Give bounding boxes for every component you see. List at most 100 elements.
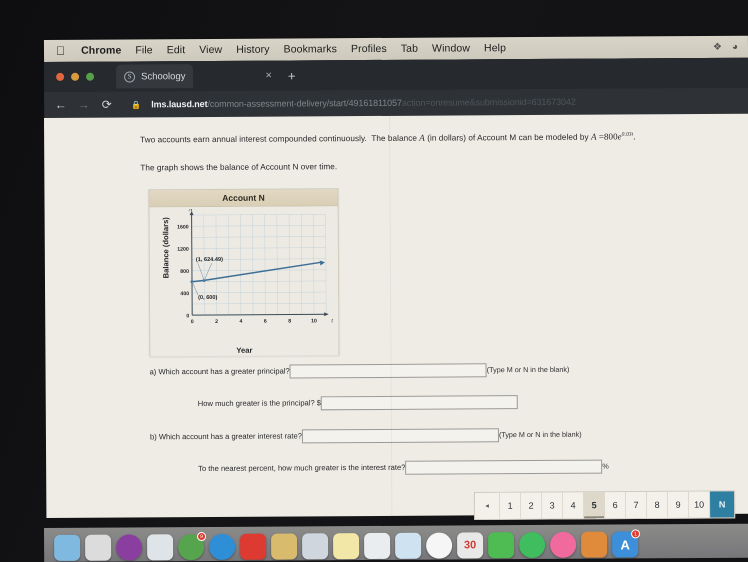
svg-text:4: 4 xyxy=(240,319,243,325)
contacts-icon[interactable] xyxy=(302,533,329,560)
svg-text:A: A xyxy=(188,208,193,213)
menu-item-history[interactable]: History xyxy=(229,44,276,56)
variable-A: A xyxy=(419,132,425,143)
question-a-marker: a) xyxy=(149,367,157,377)
apple-menu-icon[interactable]:  xyxy=(44,44,74,58)
svg-text:1200: 1200 xyxy=(177,247,189,253)
question-a-input[interactable] xyxy=(289,363,487,379)
notes-icon[interactable] xyxy=(333,533,360,560)
bluetooth-icon[interactable]: ❖ xyxy=(713,41,722,52)
mail-icon[interactable] xyxy=(147,534,174,561)
address-bar[interactable]: lms.lausd.net/common-assessment-delivery… xyxy=(151,97,576,110)
percent-sign: % xyxy=(602,461,609,471)
chrome-badge: 9 xyxy=(197,532,207,542)
messages-icon[interactable] xyxy=(488,532,515,559)
question-a-text: Which account has a greater principal? xyxy=(158,366,290,377)
menu-item-help[interactable]: Help xyxy=(477,42,513,54)
question-b-row: b) Which account has a greater interest … xyxy=(150,428,582,445)
question-b-note: (Type M or N in the blank) xyxy=(498,429,582,440)
pager-next-button[interactable]: N xyxy=(710,491,735,518)
schoology-favicon-icon: S xyxy=(124,70,136,83)
question-pager: ◂ 1 2 3 4 5 6 7 8 9 10 N xyxy=(474,490,736,520)
menu-item-window[interactable]: Window xyxy=(425,42,477,54)
siri-icon[interactable] xyxy=(116,534,143,561)
maximize-window-button[interactable] xyxy=(86,72,95,81)
question-b2-input[interactable] xyxy=(405,459,603,475)
new-tab-icon[interactable]: + xyxy=(288,68,296,83)
question-a-row: a) Which account has a greater principal… xyxy=(150,363,570,380)
question-b-input[interactable] xyxy=(301,428,499,444)
problem-statement-line1: Two accounts earn annual interest compou… xyxy=(140,131,740,146)
tab-title: Schoology xyxy=(141,70,186,82)
menu-item-file[interactable]: File xyxy=(128,44,159,56)
menu-bar-status-area: ❖ ◕ xyxy=(713,41,748,52)
svg-text:8: 8 xyxy=(288,318,291,324)
question-a2-input[interactable] xyxy=(320,395,519,411)
calendar-icon[interactable]: 30 xyxy=(457,532,484,559)
svg-text:1600: 1600 xyxy=(177,224,189,230)
svg-text:2: 2 xyxy=(215,319,218,325)
question-b2-text: To the nearest percent, how much greater… xyxy=(198,462,406,474)
close-tab-icon[interactable]: × xyxy=(265,70,272,82)
launchpad-icon[interactable] xyxy=(85,534,112,561)
minimize-window-button[interactable] xyxy=(71,72,80,81)
tab-strip: S Schoology × + xyxy=(44,57,748,92)
formula-exponent: 0.03t xyxy=(621,131,634,138)
formula-period: . xyxy=(633,131,636,142)
youtube-icon[interactable] xyxy=(240,533,267,560)
app-store-icon[interactable]: A1 xyxy=(612,529,641,558)
menu-item-tab[interactable]: Tab xyxy=(394,43,425,55)
question-a2-text: How much greater is the principal? xyxy=(197,398,315,409)
pager-page-6[interactable]: 6 xyxy=(605,492,627,519)
window-controls xyxy=(44,72,95,81)
svg-text:(0, 600): (0, 600) xyxy=(198,295,217,301)
folder-icon[interactable] xyxy=(271,533,298,560)
reminders-icon[interactable] xyxy=(364,532,391,560)
pager-page-8[interactable]: 8 xyxy=(647,491,669,518)
question-b-marker: b) xyxy=(149,432,157,442)
pager-page-1[interactable]: 1 xyxy=(500,492,522,519)
menu-item-edit[interactable]: Edit xyxy=(160,44,193,56)
question-b2-row: To the nearest percent, how much greater… xyxy=(198,459,609,477)
pager-page-3[interactable]: 3 xyxy=(542,492,564,519)
pager-prev-button[interactable]: ◂ xyxy=(475,492,501,519)
svg-text:10: 10 xyxy=(311,318,317,324)
pager-page-4[interactable]: 4 xyxy=(563,492,585,519)
pager-page-9[interactable]: 9 xyxy=(668,491,690,518)
svg-text:(1, 624.49): (1, 624.49) xyxy=(196,257,223,263)
formula-coefficient: 800 xyxy=(603,131,618,142)
chart-svg: 0 400 800 1200 1600 0 2 4 6 8 10 At (1, 624.49) (0, … xyxy=(177,208,333,325)
pager-page-7[interactable]: 7 xyxy=(626,491,648,519)
svg-text:800: 800 xyxy=(180,269,189,275)
spotify-icon[interactable] xyxy=(519,531,546,559)
pager-page-2[interactable]: 2 xyxy=(521,492,543,519)
plot-area: Balance (dollars) 0 400 800 1200 1600 0 2 4 6 8 10… xyxy=(149,206,339,357)
menu-item-view[interactable]: View xyxy=(192,44,229,56)
tab-schoology[interactable]: S Schoology xyxy=(116,64,194,89)
question-a2-row: How much greater is the principal? $ xyxy=(197,395,519,411)
pager-page-10[interactable]: 10 xyxy=(689,491,711,518)
problem-text-b: The balance xyxy=(371,133,417,144)
numbers-icon[interactable] xyxy=(395,532,422,559)
url-domain: lms.lausd.net xyxy=(151,99,208,110)
pager-page-5[interactable]: 5 xyxy=(584,492,606,519)
svg-text:t: t xyxy=(331,318,333,324)
chrome-icon[interactable]: 9 xyxy=(178,532,207,561)
music-icon[interactable] xyxy=(550,531,577,558)
screen-photo:  Chrome File Edit View History Bookmark… xyxy=(0,0,748,562)
menu-item-bookmarks[interactable]: Bookmarks xyxy=(277,43,344,55)
finder-icon[interactable] xyxy=(54,534,81,561)
forward-icon[interactable]: → xyxy=(77,98,90,112)
back-icon[interactable]: ← xyxy=(54,98,67,112)
menu-item-profiles[interactable]: Profiles xyxy=(344,43,394,55)
macos-dock: 9 30 A 1 xyxy=(44,523,748,562)
url-query: action=onresume&submissionid=631673042 xyxy=(401,96,576,108)
safari-icon[interactable] xyxy=(209,533,236,560)
photos-icon[interactable] xyxy=(426,532,453,559)
menu-item-chrome[interactable]: Chrome xyxy=(74,44,128,57)
close-window-button[interactable] xyxy=(56,72,65,81)
calendar-icon-glyph: 30 xyxy=(463,539,477,552)
books-icon[interactable] xyxy=(581,531,608,558)
reload-icon[interactable]: ⟳ xyxy=(100,98,113,112)
wifi-icon[interactable]: ◕ xyxy=(732,41,738,52)
